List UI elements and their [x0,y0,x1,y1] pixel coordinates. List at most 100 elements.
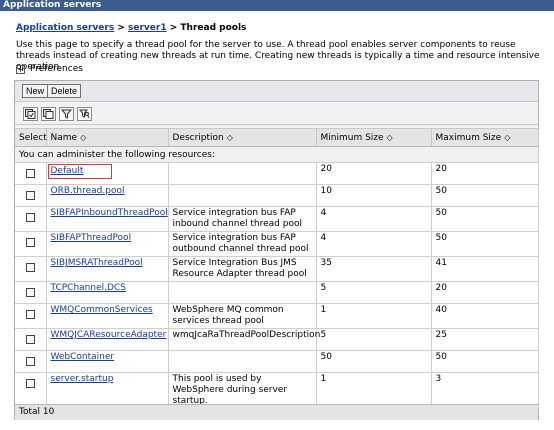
column-header-description-label: Description [172,132,224,143]
row-checkbox[interactable] [25,238,35,247]
table-row: TCPChannel.DCS 5 20 [15,281,539,304]
minimum-size-cell: 5 [316,281,432,304]
column-header-description[interactable]: Description ◇ [168,128,317,147]
table-row: SIBFAPThreadPool Service integration bus … [15,231,539,257]
sort-icon[interactable]: ◇ [387,133,393,142]
row-checkbox[interactable] [25,213,35,222]
name-cell: Default [46,162,169,185]
thread-pool-link[interactable]: server.startup [51,374,114,384]
minimum-size-cell: 4 [316,231,432,257]
column-header-name-label: Name [50,132,78,143]
table-row: WebContainer 50 50 [15,350,539,373]
thread-pool-link[interactable]: ORB.thread.pool [51,186,125,196]
thread-pool-link[interactable]: Default [51,166,84,176]
table-header-row: Select Name ◇ Description ◇ Minimum Size ◇ … [15,128,539,147]
name-cell: SIBJMSRAThreadPool [46,256,169,282]
row-checkbox[interactable] [25,335,35,344]
button-bar: New Delete [15,81,538,102]
table-row: SIBFAPInboundThreadPool Service integrati… [15,206,539,232]
select-cell [15,350,47,373]
minimum-size-cell: 20 [316,162,432,185]
new-button[interactable]: New [22,84,49,98]
select-cell [15,184,47,207]
row-checkbox[interactable] [25,357,35,366]
row-checkbox[interactable] [25,310,35,319]
preferences-label[interactable]: Preferences [30,64,83,74]
name-cell: WMQJCAResourceAdapter [46,328,169,351]
thread-pool-link[interactable]: SIBFAPInboundThreadPool [51,208,168,218]
column-header-maximum-size[interactable]: Maximum Size ◇ [431,128,539,147]
thread-pool-link[interactable]: WebContainer [51,352,115,362]
window-title: Application servers [0,0,554,11]
table-body: You can administer the following resourc… [15,146,539,409]
description-cell: WebSphere MQ common services thread pool [168,303,317,329]
name-cell: TCPChannel.DCS [46,281,169,304]
minimum-size-cell: 1 [316,303,432,329]
thread-pools-panel: New Delete Select Name ◇ Description ◇ Min… [14,80,539,420]
thread-pool-link[interactable]: SIBJMSRAThreadPool [51,258,143,268]
thread-pools-table: Select Name ◇ Description ◇ Minimum Size ◇ … [15,128,539,409]
resources-note: You can administer the following resourc… [15,146,539,163]
total-count: Total 10 [15,404,538,420]
row-checkbox[interactable] [25,169,35,178]
minimum-size-cell: 10 [316,184,432,207]
breadcrumb-separator: > [114,23,129,33]
sort-icon[interactable]: ◇ [504,133,510,142]
column-header-maximum-size-label: Maximum Size [435,132,502,143]
row-checkbox[interactable] [25,191,35,200]
description-cell: Service integration bus FAP inbound chan… [168,206,317,232]
name-cell: WebContainer [46,350,169,373]
expand-icon[interactable]: + [16,64,25,74]
maximum-size-cell: 25 [431,328,539,351]
show-filter-icon[interactable] [77,107,92,121]
description-cell [168,184,317,207]
maximum-size-cell: 50 [431,231,539,257]
thread-pool-link[interactable]: WMQCommonServices [51,305,153,315]
deselect-all-icon[interactable] [41,107,56,121]
select-cell [15,328,47,351]
description-cell: Service Integration Bus JMS Resource Ada… [168,256,317,282]
sort-icon[interactable]: ◇ [227,133,233,142]
breadcrumb: Application servers > server1 > Thread p… [16,23,246,33]
thread-pool-link[interactable]: SIBFAPThreadPool [51,233,132,243]
column-header-select: Select [15,128,47,147]
column-header-name[interactable]: Name ◇ [46,128,169,147]
sort-icon[interactable]: ◇ [80,133,86,142]
table-row: WMQJCAResourceAdapter wmqJcaRaThreadPoolD… [15,328,539,351]
breadcrumb-application-servers-link[interactable]: Application servers [16,23,114,33]
selected-highlight: Default [47,164,113,179]
maximum-size-cell: 50 [431,206,539,232]
minimum-size-cell: 50 [316,350,432,373]
resources-note-row: You can administer the following resourc… [15,146,539,163]
maximum-size-cell: 50 [431,184,539,207]
select-cell [15,206,47,232]
name-cell: SIBFAPThreadPool [46,231,169,257]
description-cell: Service integration bus FAP outbound cha… [168,231,317,257]
row-checkbox[interactable] [25,288,35,297]
description-cell [168,350,317,373]
icon-toolbar [15,103,538,125]
breadcrumb-current: Thread pools [180,23,247,33]
column-header-minimum-size[interactable]: Minimum Size ◇ [316,128,432,147]
row-checkbox[interactable] [25,263,35,272]
select-cell [15,231,47,257]
maximum-size-cell: 41 [431,256,539,282]
maximum-size-cell: 20 [431,162,539,185]
thread-pool-link[interactable]: TCPChannel.DCS [51,283,126,293]
breadcrumb-server1-link[interactable]: server1 [128,23,167,33]
maximum-size-cell: 20 [431,281,539,304]
minimum-size-cell: 35 [316,256,432,282]
row-checkbox[interactable] [25,379,35,388]
description-cell: wmqJcaRaThreadPoolDescription [168,328,320,351]
name-cell: SIBFAPInboundThreadPool [46,206,169,232]
delete-button[interactable]: Delete [47,84,82,98]
filter-icon[interactable] [59,107,74,121]
table-row: WMQCommonServices WebSphere MQ common ser… [15,303,539,329]
minimum-size-cell: 5 [316,328,432,351]
page-description: Use this page to specify a thread pool f… [16,40,540,72]
select-all-icon[interactable] [23,107,38,121]
preferences-section[interactable]: + Preferences [16,64,83,74]
thread-pool-link[interactable]: WMQJCAResourceAdapter [51,330,167,340]
select-cell [15,162,47,185]
column-header-minimum-size-label: Minimum Size [320,132,384,143]
